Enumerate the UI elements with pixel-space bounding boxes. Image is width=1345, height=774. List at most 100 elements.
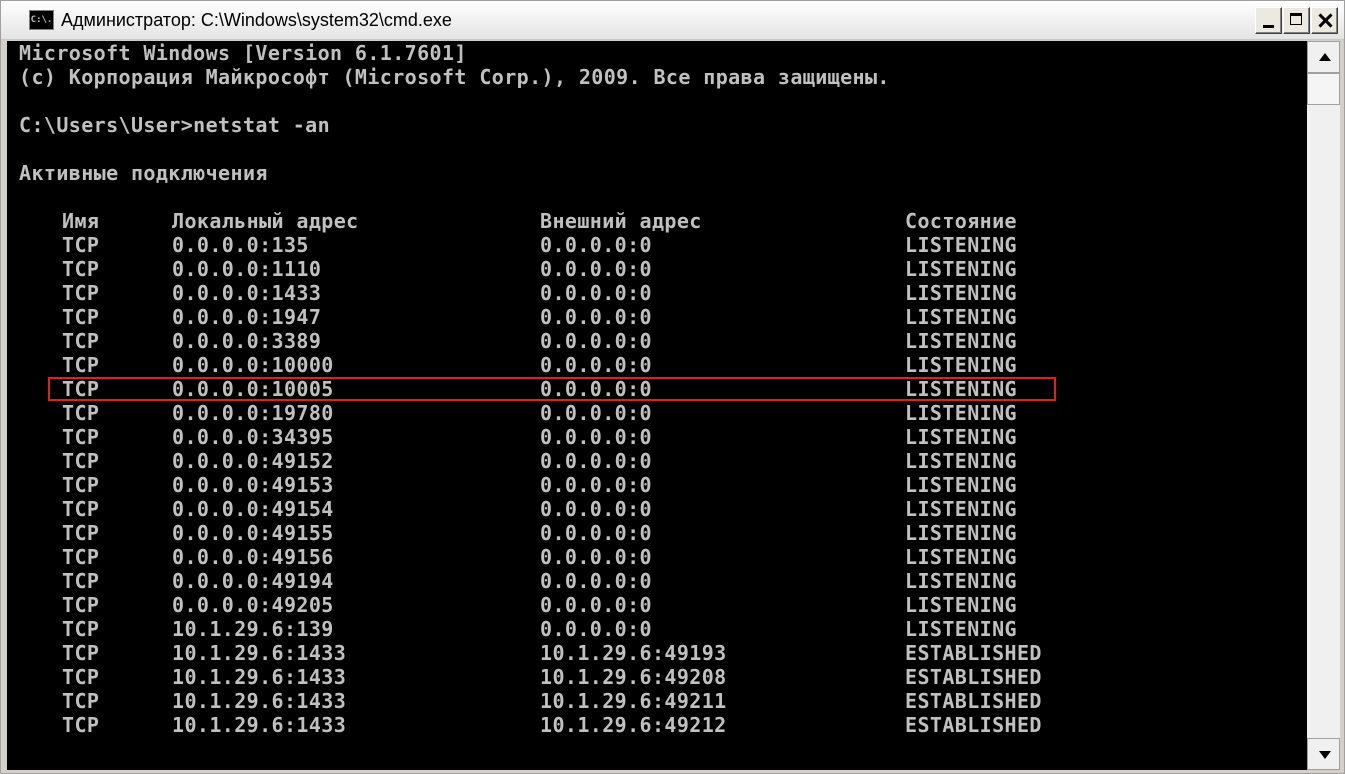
row-foreign-address: 0.0.0.0:0	[540, 281, 652, 305]
row-local-address: 0.0.0.0:49156	[172, 545, 334, 569]
row-protocol: TCP	[62, 545, 100, 569]
vertical-scrollbar[interactable]	[1307, 41, 1340, 770]
row-state: LISTENING	[905, 545, 1017, 569]
row-protocol: TCP	[62, 305, 100, 329]
row-foreign-address: 0.0.0.0:0	[540, 425, 652, 449]
row-state: LISTENING	[905, 233, 1017, 257]
table-row: TCP 0.0.0.0:49153 0.0.0.0:0 LISTENING	[7, 473, 1307, 497]
scroll-thumb[interactable]	[1307, 73, 1340, 105]
row-state: LISTENING	[905, 569, 1017, 593]
console-output[interactable]: Microsoft Windows [Version 6.1.7601] (c)…	[7, 41, 1307, 770]
row-local-address: 0.0.0.0:10000	[172, 353, 334, 377]
row-state: LISTENING	[905, 401, 1017, 425]
row-local-address: 0.0.0.0:49152	[172, 449, 334, 473]
row-foreign-address: 10.1.29.6:49193	[540, 641, 727, 665]
column-header-state: Состояние	[905, 209, 1017, 233]
row-foreign-address: 0.0.0.0:0	[540, 521, 652, 545]
cmd-window: C:\. Администратор: C:\Windows\system32\…	[0, 0, 1345, 774]
row-protocol: TCP	[62, 257, 100, 281]
maximize-button[interactable]	[1283, 7, 1310, 34]
column-header-local-address: Локальный адрес	[172, 209, 359, 233]
row-foreign-address: 0.0.0.0:0	[540, 449, 652, 473]
row-protocol: TCP	[62, 233, 100, 257]
row-protocol: TCP	[62, 665, 100, 689]
console-line: (c) Корпорация Майкрософт (Microsoft Cor…	[19, 65, 890, 89]
console-line: C:\Users\User>netstat -an	[19, 113, 331, 137]
row-state: LISTENING	[905, 329, 1017, 353]
minimize-button[interactable]	[1255, 7, 1282, 34]
row-foreign-address: 0.0.0.0:0	[540, 617, 652, 641]
table-row: TCP 0.0.0.0:10000 0.0.0.0:0 LISTENING	[7, 353, 1307, 377]
row-local-address: 10.1.29.6:1433	[172, 713, 347, 737]
row-state: LISTENING	[905, 473, 1017, 497]
row-foreign-address: 0.0.0.0:0	[540, 329, 652, 353]
table-row: TCP 0.0.0.0:135 0.0.0.0:0 LISTENING	[7, 233, 1307, 257]
row-protocol: TCP	[62, 713, 100, 737]
row-state: ESTABLISHED	[905, 713, 1042, 737]
row-protocol: TCP	[62, 329, 100, 353]
row-protocol: TCP	[62, 401, 100, 425]
row-foreign-address: 0.0.0.0:0	[540, 593, 652, 617]
arrow-up-icon	[1319, 53, 1331, 61]
console-line: Активные подключения	[19, 161, 268, 185]
table-row: TCP 0.0.0.0:49155 0.0.0.0:0 LISTENING	[7, 521, 1307, 545]
row-protocol: TCP	[62, 497, 100, 521]
row-local-address: 10.1.29.6:1433	[172, 689, 347, 713]
row-local-address: 0.0.0.0:49154	[172, 497, 334, 521]
row-protocol: TCP	[62, 521, 100, 545]
row-local-address: 10.1.29.6:1433	[172, 641, 347, 665]
row-state: LISTENING	[905, 257, 1017, 281]
row-foreign-address: 10.1.29.6:49211	[540, 689, 727, 713]
table-row: TCP 0.0.0.0:19780 0.0.0.0:0 LISTENING	[7, 401, 1307, 425]
row-foreign-address: 0.0.0.0:0	[540, 233, 652, 257]
row-foreign-address: 0.0.0.0:0	[540, 401, 652, 425]
table-row: TCP 0.0.0.0:49205 0.0.0.0:0 LISTENING	[7, 593, 1307, 617]
row-local-address: 10.1.29.6:1433	[172, 665, 347, 689]
row-foreign-address: 0.0.0.0:0	[540, 497, 652, 521]
row-local-address: 0.0.0.0:49194	[172, 569, 334, 593]
arrow-down-icon	[1319, 751, 1331, 759]
cmd-icon[interactable]: C:\.	[29, 10, 54, 30]
scroll-down-button[interactable]	[1307, 738, 1340, 770]
row-local-address: 0.0.0.0:3389	[172, 329, 322, 353]
row-state: LISTENING	[905, 593, 1017, 617]
table-row: TCP 0.0.0.0:3389 0.0.0.0:0 LISTENING	[7, 329, 1307, 353]
row-protocol: TCP	[62, 617, 100, 641]
row-protocol: TCP	[62, 281, 100, 305]
row-protocol: TCP	[62, 449, 100, 473]
close-button[interactable]	[1311, 7, 1338, 34]
row-state: LISTENING	[905, 617, 1017, 641]
table-row: TCP 0.0.0.0:49156 0.0.0.0:0 LISTENING	[7, 545, 1307, 569]
row-local-address: 0.0.0.0:1947	[172, 305, 322, 329]
row-state: ESTABLISHED	[905, 665, 1042, 689]
row-foreign-address: 0.0.0.0:0	[540, 569, 652, 593]
row-local-address: 0.0.0.0:1110	[172, 257, 322, 281]
row-protocol: TCP	[62, 353, 100, 377]
scroll-up-button[interactable]	[1307, 41, 1340, 73]
row-state: LISTENING	[905, 521, 1017, 545]
table-row: TCP 0.0.0.0:49154 0.0.0.0:0 LISTENING	[7, 497, 1307, 521]
table-row: TCP 10.1.29.6:1433 10.1.29.6:49193 ESTABLIS…	[7, 641, 1307, 665]
table-row: TCP 0.0.0.0:1110 0.0.0.0:0 LISTENING	[7, 257, 1307, 281]
row-foreign-address: 0.0.0.0:0	[540, 473, 652, 497]
row-foreign-address: 0.0.0.0:0	[540, 545, 652, 569]
row-state: LISTENING	[905, 281, 1017, 305]
table-row: TCP 10.1.29.6:139 0.0.0.0:0 LISTENING	[7, 617, 1307, 641]
row-foreign-address: 0.0.0.0:0	[540, 257, 652, 281]
row-local-address: 0.0.0.0:34395	[172, 425, 334, 449]
window-title: Администратор: C:\Windows\system32\cmd.e…	[61, 10, 452, 30]
row-foreign-address: 10.1.29.6:49208	[540, 665, 727, 689]
row-local-address: 0.0.0.0:49205	[172, 593, 334, 617]
table-row: TCP 0.0.0.0:1947 0.0.0.0:0 LISTENING	[7, 305, 1307, 329]
row-local-address: 0.0.0.0:19780	[172, 401, 334, 425]
row-state: LISTENING	[905, 449, 1017, 473]
table-row: TCP 0.0.0.0:34395 0.0.0.0:0 LISTENING	[7, 425, 1307, 449]
row-state: LISTENING	[905, 305, 1017, 329]
title-bar[interactable]: C:\. Администратор: C:\Windows\system32\…	[1, 1, 1344, 40]
highlight-box	[48, 377, 1056, 401]
row-state: LISTENING	[905, 353, 1017, 377]
row-local-address: 0.0.0.0:49153	[172, 473, 334, 497]
table-row: TCP 10.1.29.6:1433 10.1.29.6:49212 ESTABLIS…	[7, 713, 1307, 737]
table-row: TCP 0.0.0.0:49152 0.0.0.0:0 LISTENING	[7, 449, 1307, 473]
row-state: ESTABLISHED	[905, 689, 1042, 713]
